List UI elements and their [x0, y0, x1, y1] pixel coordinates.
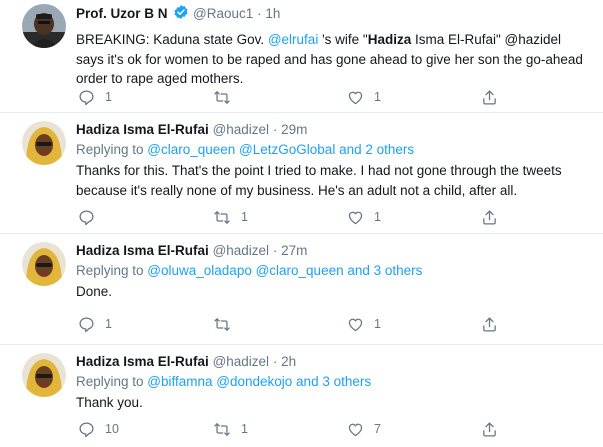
reply-count: 1: [105, 90, 112, 104]
reply-count: 10: [105, 422, 119, 436]
retweet-icon: [213, 316, 231, 333]
replying-to-label: Replying to: [76, 374, 148, 389]
user-handle[interactable]: @hadizel: [213, 122, 270, 137]
retweet-count: 1: [241, 422, 248, 436]
tweet[interactable]: Hadiza Isma El-Rufai @hadizel · 2h Reply…: [0, 349, 603, 447]
reply-button[interactable]: 1: [78, 87, 112, 107]
mention-link[interactable]: @elrufai: [268, 32, 318, 47]
timestamp[interactable]: 1h: [265, 6, 280, 21]
heart-icon: [347, 89, 364, 106]
like-button[interactable]: 1: [347, 87, 381, 107]
share-button[interactable]: [481, 87, 498, 107]
verified-badge-icon: [173, 4, 189, 25]
tweet-text: Done.: [76, 282, 591, 302]
heart-icon: [347, 209, 364, 226]
separator-dot: ·: [257, 6, 262, 21]
avatar[interactable]: [22, 121, 66, 165]
tweet-content: Prof. Uzor B N @Raouc1 · 1h BREAKING: Ka…: [76, 4, 591, 89]
avatar[interactable]: [22, 4, 66, 48]
tweet-actions: 1 1: [76, 314, 506, 334]
tweet-text-segment: Thank you.: [76, 395, 143, 410]
tweet[interactable]: Hadiza Isma El-Rufai @hadizel · 29m Repl…: [0, 117, 603, 234]
tweet-text-segment: BREAKING: Kaduna state Gov.: [76, 32, 268, 47]
replying-to: Replying to @biffamna @dondekojo and 3 o…: [76, 373, 591, 391]
reply-icon: [78, 421, 95, 438]
tweet-header: Hadiza Isma El-Rufai @hadizel · 27m: [76, 242, 591, 260]
separator-dot: ·: [272, 122, 278, 137]
tweet-header: Prof. Uzor B N @Raouc1 · 1h: [76, 4, 591, 25]
tweet-text: Thank you.: [76, 393, 591, 413]
retweet-icon: [213, 89, 231, 106]
user-handle[interactable]: @hadizel: [213, 354, 270, 369]
retweet-button[interactable]: 1: [213, 419, 248, 439]
retweet-count: 1: [241, 210, 248, 224]
tweet-header: Hadiza Isma El-Rufai @hadizel · 29m: [76, 121, 591, 139]
user-handle[interactable]: @Raouc1: [193, 6, 253, 21]
replying-to-label: Replying to: [76, 263, 148, 278]
retweet-icon: [213, 209, 231, 226]
retweet-button[interactable]: [213, 314, 241, 334]
timestamp[interactable]: 29m: [281, 122, 307, 137]
avatar[interactable]: [22, 353, 66, 397]
retweet-button[interactable]: 1: [213, 207, 248, 227]
like-button[interactable]: 1: [347, 314, 381, 334]
tweet-actions: 1 1: [76, 87, 506, 107]
tweet-text-segment: Thanks for this. That's the point I trie…: [76, 163, 562, 198]
tweet[interactable]: Hadiza Isma El-Rufai @hadizel · 27m Repl…: [0, 238, 603, 345]
share-icon: [481, 209, 498, 226]
share-icon: [481, 316, 498, 333]
share-icon: [481, 421, 498, 438]
share-button[interactable]: [481, 314, 498, 334]
replying-to-mentions[interactable]: @biffamna @dondekojo and 3 others: [147, 374, 371, 389]
like-count: 1: [374, 317, 381, 331]
tweet-text: BREAKING: Kaduna state Gov. @elrufai 's …: [76, 30, 591, 89]
heart-icon: [347, 316, 364, 333]
timestamp[interactable]: 27m: [281, 243, 307, 258]
tweet-actions: 10 1 7: [76, 419, 506, 439]
user-handle[interactable]: @hadizel: [213, 243, 270, 258]
like-count: 1: [374, 90, 381, 104]
tweet-content: Hadiza Isma El-Rufai @hadizel · 29m Repl…: [76, 121, 591, 200]
retweet-button[interactable]: [213, 87, 241, 107]
tweet-feed: Prof. Uzor B N @Raouc1 · 1h BREAKING: Ka…: [0, 0, 603, 447]
replying-to-mentions[interactable]: @oluwa_oladapo @claro_queen and 3 others: [147, 263, 422, 278]
tweet-text: Thanks for this. That's the point I trie…: [76, 161, 591, 200]
separator-dot: ·: [272, 354, 278, 369]
reply-icon: [78, 89, 95, 106]
replying-to-mentions[interactable]: @claro_queen @LetzGoGlobal and 2 others: [147, 142, 414, 157]
display-name[interactable]: Hadiza Isma El-Rufai: [76, 122, 209, 137]
tweet-text-segment: Done.: [76, 284, 113, 299]
replying-to: Replying to @oluwa_oladapo @claro_queen …: [76, 262, 591, 280]
display-name[interactable]: Prof. Uzor B N: [76, 6, 168, 21]
display-name[interactable]: Hadiza Isma El-Rufai: [76, 243, 209, 258]
tweet-header: Hadiza Isma El-Rufai @hadizel · 2h: [76, 353, 591, 371]
tweet-text-highlight: Hadiza: [367, 32, 412, 47]
reply-button[interactable]: 10: [78, 419, 119, 439]
tweet-actions: 1 1: [76, 207, 506, 227]
heart-icon: [347, 421, 364, 438]
share-button[interactable]: [481, 419, 498, 439]
share-button[interactable]: [481, 207, 498, 227]
tweet-text-segment: 's wife ": [318, 32, 368, 47]
like-button[interactable]: 1: [347, 207, 381, 227]
share-icon: [481, 89, 498, 106]
like-count: 1: [374, 210, 381, 224]
avatar[interactable]: [22, 242, 66, 286]
timestamp[interactable]: 2h: [281, 354, 296, 369]
tweet-content: Hadiza Isma El-Rufai @hadizel · 2h Reply…: [76, 353, 591, 413]
reply-icon: [78, 209, 95, 226]
reply-count: 1: [105, 317, 112, 331]
display-name[interactable]: Hadiza Isma El-Rufai: [76, 354, 209, 369]
like-button[interactable]: 7: [347, 419, 381, 439]
like-count: 7: [374, 422, 381, 436]
separator-dot: ·: [272, 243, 278, 258]
tweet-content: Hadiza Isma El-Rufai @hadizel · 27m Repl…: [76, 242, 591, 302]
retweet-icon: [213, 421, 231, 438]
reply-icon: [78, 316, 95, 333]
reply-button[interactable]: [78, 207, 105, 227]
reply-button[interactable]: 1: [78, 314, 112, 334]
replying-to: Replying to @claro_queen @LetzGoGlobal a…: [76, 141, 591, 159]
tweet[interactable]: Prof. Uzor B N @Raouc1 · 1h BREAKING: Ka…: [0, 0, 603, 113]
replying-to-label: Replying to: [76, 142, 148, 157]
